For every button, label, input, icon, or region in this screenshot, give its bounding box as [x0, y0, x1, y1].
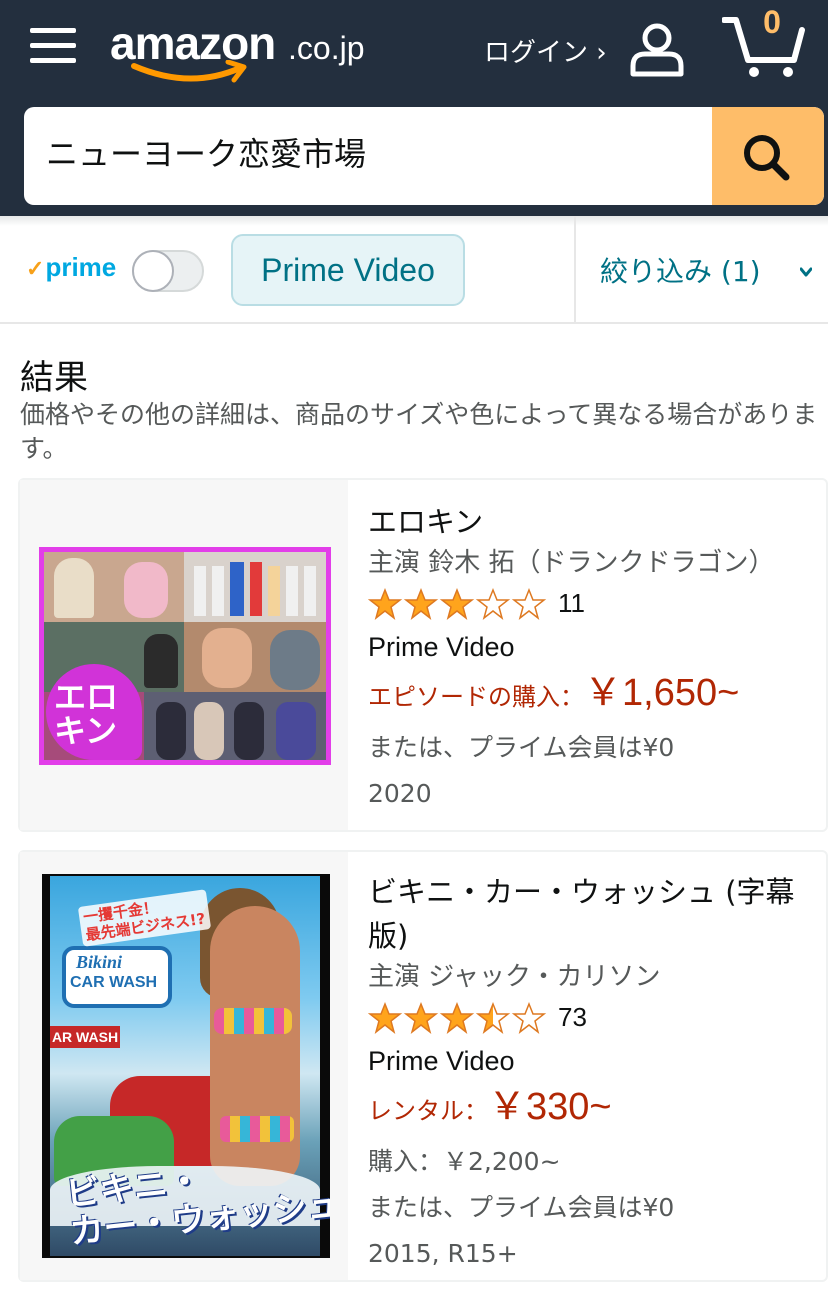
cart-count-badge: 0 [763, 4, 781, 40]
toggle-knob [132, 250, 174, 292]
poster-wash-sign: AR WASH [50, 1026, 120, 1048]
poster-art: Bikini CAR WASH AR WASH 一攫千金！ 最先端ビジネス!? … [50, 876, 330, 1256]
hamburger-menu-icon[interactable] [30, 24, 78, 68]
poster-figure [210, 906, 300, 1186]
product-format: Prime Video [368, 632, 515, 662]
rating-count[interactable]: 11 [558, 588, 585, 619]
price-row: エピソードの購入：￥1,650~ [368, 668, 828, 725]
product-starring: 主演 ジャック・カリソン [368, 962, 661, 992]
filter-divider [574, 216, 576, 322]
search-icon [744, 135, 790, 181]
star-rating-icon [368, 588, 547, 620]
user-account-icon[interactable] [628, 20, 686, 78]
rating-row[interactable]: 73 [368, 996, 828, 1040]
prime-check-icon: ✓ [26, 256, 45, 281]
chevron-down-icon[interactable] [800, 266, 812, 278]
search-bar [24, 107, 824, 205]
amazon-logo[interactable]: amazon .co.jp [110, 12, 380, 88]
poster-tagline: 一攫千金！ 最先端ビジネス!? [77, 889, 211, 947]
poster-bikini-top [214, 1008, 292, 1034]
search-button[interactable] [712, 107, 824, 205]
rating-row[interactable]: 11 [368, 582, 828, 626]
poster-sign-text: Bikini [76, 952, 123, 972]
results-heading: 結果 [20, 358, 88, 398]
product-thumbnail[interactable]: Bikini CAR WASH AR WASH 一攫千金！ 最先端ビジネス!? … [42, 874, 330, 1258]
product-info: ビキニ・カー・ウォッシュ (字幕版) 主演 ジャック・カリソン 73 Prime… [368, 870, 828, 1277]
logo-domain: .co.jp [288, 30, 365, 66]
price-row: レンタル：￥330~ [368, 1082, 828, 1139]
top-nav-bar: amazon .co.jp ログイン › 0 [0, 0, 828, 216]
product-card-bikini-car-wash[interactable]: Bikini CAR WASH AR WASH 一攫千金！ 最先端ビジネス!? … [18, 850, 828, 1282]
prime-label: prime [45, 252, 117, 282]
prime-member-price: または、プライム会員は¥0 [368, 1193, 675, 1222]
login-link[interactable]: ログイン › [484, 32, 607, 69]
search-input[interactable] [46, 133, 686, 171]
price-label: レンタル： [368, 1097, 488, 1125]
star-rating-icon [368, 1002, 547, 1034]
prime-toggle[interactable] [132, 250, 204, 292]
product-info: エロキン 主演 鈴木 拓（ドランクドラゴン） 11 Prime Video エピ… [368, 500, 828, 817]
rating-count[interactable]: 73 [558, 1002, 587, 1033]
filter-bar: ✓prime Prime Video 絞り込み (1) [0, 216, 828, 324]
product-format: Prime Video [368, 1046, 515, 1076]
prime-logo: ✓prime [26, 252, 116, 283]
product-title[interactable]: エロキン [368, 500, 828, 544]
logo-smile-arrow-icon [131, 60, 247, 83]
poster-sign-text-2: CAR WASH [70, 974, 158, 991]
product-price: ￥330~ [488, 1086, 612, 1128]
poster-bikini-bottom [220, 1116, 294, 1142]
prime-video-filter-chip[interactable]: Prime Video [231, 234, 465, 306]
purchase-price: 購入：￥2,200~ [368, 1147, 561, 1176]
product-price: ￥1,650~ [584, 672, 740, 714]
refine-filter-button[interactable]: 絞り込み (1) [600, 250, 761, 290]
product-year: 2015, R15+ [368, 1239, 518, 1268]
prime-member-price: または、プライム会員は¥0 [368, 733, 675, 762]
product-thumbnail[interactable]: エロ キン [39, 547, 331, 765]
product-card-erokin[interactable]: エロ キン エロキン 主演 鈴木 拓（ドランクドラゴン） 11 Prime Vi… [18, 478, 828, 832]
product-starring: 主演 鈴木 拓（ドランクドラゴン） [368, 548, 775, 578]
product-year: 2020 [368, 779, 432, 808]
results-disclaimer: 価格やその他の詳細は、商品のサイズや色によって異なる場合があります。 [20, 400, 818, 463]
price-label: エピソードの購入： [368, 683, 584, 711]
thumbnail-badge-text: エロ キン [54, 678, 119, 750]
product-title[interactable]: ビキニ・カー・ウォッシュ (字幕版) [368, 870, 828, 958]
